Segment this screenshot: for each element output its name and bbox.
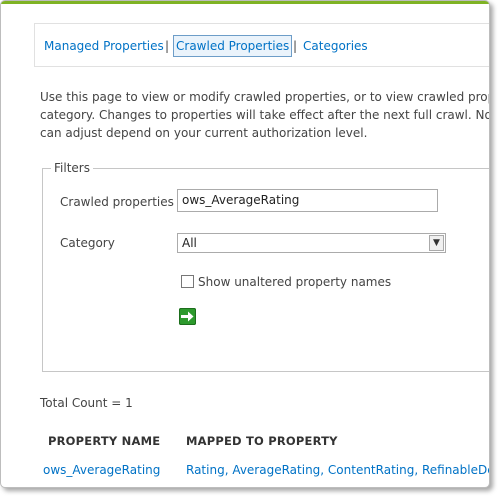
go-button[interactable] (179, 308, 196, 325)
nav-managed-properties-link[interactable]: Managed Properties (44, 39, 164, 53)
category-select[interactable]: All ▼ (177, 233, 446, 253)
property-name-link[interactable]: ows_AverageRating (43, 463, 160, 477)
description-line: category. Changes to properties will tak… (40, 108, 490, 122)
green-arrow-right-icon (181, 311, 194, 322)
nav-separator: | (165, 39, 170, 53)
top-accent-bar (1, 1, 489, 4)
total-count: Total Count = 1 (40, 396, 133, 410)
category-selected-value: All (182, 236, 197, 250)
nav-crawled-properties-link[interactable]: Crawled Properties (173, 35, 293, 57)
nav-separator: | (293, 39, 298, 53)
nav-categories-link[interactable]: Categories (303, 39, 368, 53)
crawled-properties-input[interactable]: ows_AverageRating (177, 189, 438, 212)
mapped-to-property-link[interactable]: Rating, AverageRating, ContentRating, Re… (186, 463, 489, 477)
show-unaltered-checkbox[interactable] (181, 275, 194, 288)
filters-legend: Filters (51, 161, 93, 175)
crawled-properties-label: Crawled properties (60, 195, 174, 209)
description-line: can adjust depend on your current author… (40, 126, 368, 140)
show-unaltered-label[interactable]: Show unaltered property names (198, 275, 391, 289)
page-frame: Managed Properties | Crawled Properties … (0, 0, 490, 488)
column-header-mapped-to-property: MAPPED TO PROPERTY (186, 434, 338, 448)
page-description: Use this page to view or modify crawled … (40, 88, 490, 142)
category-label: Category (60, 236, 115, 250)
column-header-property-name: PROPERTY NAME (48, 434, 161, 448)
chevron-down-icon[interactable]: ▼ (429, 235, 444, 251)
description-line: Use this page to view or modify crawled … (40, 90, 490, 104)
